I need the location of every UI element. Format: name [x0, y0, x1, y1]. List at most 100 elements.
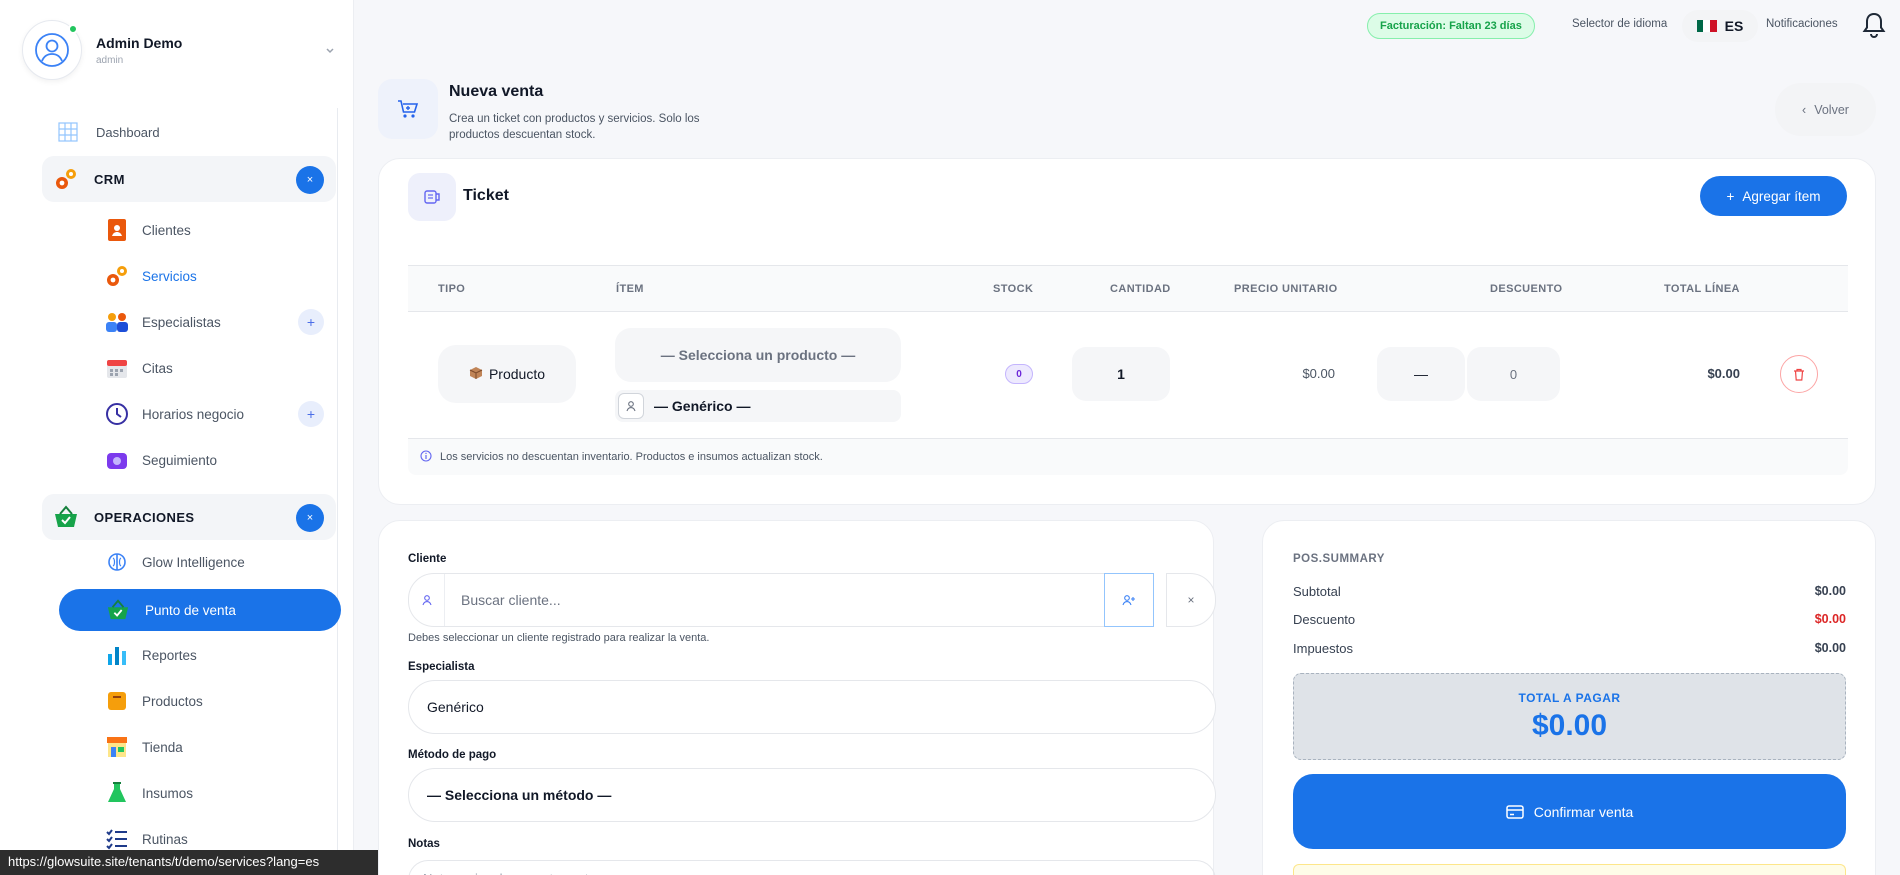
- sidebar-item-label: Especialistas: [142, 314, 221, 330]
- sidebar-group-operaciones[interactable]: OPERACIONES ×: [42, 494, 336, 540]
- avatar: [22, 20, 82, 80]
- add-client-button[interactable]: [1104, 573, 1154, 627]
- collapse-operaciones-button[interactable]: ×: [296, 504, 324, 532]
- quantity-input[interactable]: 1: [1072, 347, 1170, 401]
- grid-icon: [54, 118, 82, 146]
- gears-icon: [52, 165, 80, 193]
- flask-icon: [104, 780, 130, 806]
- calendar-icon: [104, 355, 130, 381]
- product-select[interactable]: — Selecciona un producto —: [615, 328, 901, 382]
- clock-icon: [104, 401, 130, 427]
- camera-icon: [104, 447, 130, 473]
- sidebar-item-label: Horarios negocio: [142, 406, 245, 422]
- trash-icon: [1794, 368, 1804, 381]
- notes-label: Notas: [408, 838, 440, 850]
- discount-row: Descuento $0.00: [1293, 612, 1846, 627]
- subtotal-row: Subtotal $0.00: [1293, 584, 1846, 599]
- add-item-button[interactable]: + Agregar ítem: [1700, 176, 1847, 216]
- sidebar-item-label: Tienda: [142, 739, 183, 755]
- checklist-icon: [104, 826, 130, 852]
- sidebar-group-crm[interactable]: CRM ×: [42, 156, 336, 202]
- language-selector[interactable]: ES: [1682, 10, 1758, 42]
- sidebar-item-label: Punto de venta: [145, 602, 236, 618]
- sidebar-item-dashboard[interactable]: Dashboard: [54, 112, 160, 152]
- specialist-select[interactable]: Genérico: [408, 680, 1216, 734]
- client-search-input[interactable]: Buscar cliente...: [408, 573, 1154, 627]
- client-label: Cliente: [408, 553, 447, 565]
- clear-client-button[interactable]: ×: [1166, 573, 1216, 627]
- page-subtitle: Crea un ticket con productos y servicios…: [449, 113, 700, 141]
- line-specialist-select[interactable]: — Genérico —: [615, 390, 901, 422]
- user-avatar-icon: [35, 33, 69, 67]
- sidebar-item-label: Glow Intelligence: [142, 554, 245, 570]
- unit-price: $0.00: [1302, 366, 1335, 381]
- top-bar: Facturación: Faltan 23 días Selector de …: [354, 0, 1900, 50]
- total-amount: $0.00: [1531, 709, 1608, 742]
- back-button[interactable]: ‹ Volver: [1775, 83, 1876, 136]
- sidebar-item-glow-intelligence[interactable]: Glow Intelligence: [104, 542, 245, 582]
- collapse-crm-button[interactable]: ×: [296, 166, 324, 194]
- sidebar-item-label: Servicios: [142, 268, 197, 284]
- brain-icon: [104, 549, 130, 575]
- confirm-sale-label: Confirmar venta: [1533, 803, 1634, 820]
- subtotal-label: Subtotal: [1293, 584, 1341, 599]
- sidebar-item-tienda[interactable]: Tienda: [104, 727, 183, 767]
- status-bar-url: https://glowsuite.site/tenants/t/demo/se…: [0, 850, 382, 875]
- client-helper-text: Debes seleccionar un cliente registrado …: [408, 632, 710, 644]
- user-icon: [409, 574, 445, 626]
- sidebar-item-clientes[interactable]: Clientes: [104, 210, 191, 250]
- add-especialista-button[interactable]: +: [298, 309, 324, 335]
- user-menu[interactable]: Admin Demo admin: [22, 20, 340, 80]
- sidebar-item-label: Insumos: [142, 785, 194, 801]
- notes-textarea[interactable]: Nota opcional para esta venta: [408, 860, 1216, 875]
- store-icon: [104, 734, 130, 760]
- chevron-left-icon: ‹: [1802, 102, 1807, 117]
- discount-type-select[interactable]: —: [1377, 347, 1465, 401]
- line-specialist-value: — Genérico —: [654, 398, 751, 414]
- bell-icon[interactable]: [1862, 11, 1886, 39]
- column-header: STOCK: [993, 283, 1034, 295]
- credit-card-icon: [1505, 804, 1524, 819]
- language-code: ES: [1724, 18, 1744, 34]
- notifications-label: Notificaciones: [1766, 18, 1838, 30]
- sidebar-item-especialistas[interactable]: Especialistas: [104, 302, 221, 342]
- discount-input[interactable]: 0: [1467, 347, 1560, 401]
- sidebar-item-label: Productos: [142, 693, 203, 709]
- sidebar-item-citas[interactable]: Citas: [104, 348, 173, 388]
- sidebar-item-seguimiento[interactable]: Seguimiento: [104, 440, 217, 480]
- payment-method-select[interactable]: — Selecciona un método —: [408, 768, 1216, 822]
- sidebar-group-label: CRM: [94, 171, 125, 187]
- sidebar-item-insumos[interactable]: Insumos: [104, 773, 193, 813]
- sidebar-item-label: Reportes: [142, 647, 197, 663]
- user-role: admin: [96, 54, 124, 66]
- contacts-book-icon: [104, 217, 130, 243]
- add-item-label: Agregar ítem: [1742, 188, 1821, 204]
- mexico-flag-icon: [1696, 20, 1717, 32]
- confirm-sale-button[interactable]: Confirmar venta: [1293, 774, 1846, 849]
- sidebar-item-reportes[interactable]: Reportes: [104, 635, 197, 675]
- column-header: TOTAL LÍNEA: [1664, 283, 1740, 295]
- gears-icon: [104, 263, 130, 289]
- billing-badge[interactable]: Facturación: Faltan 23 días: [1367, 13, 1535, 39]
- column-header: CANTIDAD: [1110, 283, 1171, 295]
- tax-label: Impuestos: [1293, 641, 1353, 656]
- discount-label: Descuento: [1293, 612, 1356, 627]
- subtotal-value: $0.00: [1814, 584, 1846, 598]
- item-type-select[interactable]: Producto: [438, 345, 576, 403]
- stock-badge: 0: [1005, 364, 1033, 384]
- add-horario-button[interactable]: +: [298, 401, 324, 427]
- delete-line-button[interactable]: [1780, 355, 1818, 393]
- sidebar-item-productos[interactable]: Productos: [104, 681, 203, 721]
- sidebar-nav: Dashboard CRM × Clientes Servicios Espec…: [40, 108, 338, 875]
- page-title: Nueva venta: [449, 83, 544, 100]
- receipt-icon: [408, 173, 456, 221]
- package-icon: [469, 366, 483, 383]
- total-to-pay-box: TOTAL A PAGAR $0.00: [1293, 673, 1846, 760]
- sidebar-item-punto-de-venta[interactable]: Punto de venta: [59, 589, 341, 631]
- specialist-label: Especialista: [408, 661, 475, 673]
- sidebar-item-servicios[interactable]: Servicios: [104, 256, 197, 296]
- online-indicator: [68, 24, 78, 34]
- sidebar-item-label: Dashboard: [96, 124, 160, 140]
- summary-note: [1293, 864, 1846, 875]
- sidebar-item-horarios[interactable]: Horarios negocio: [104, 394, 244, 434]
